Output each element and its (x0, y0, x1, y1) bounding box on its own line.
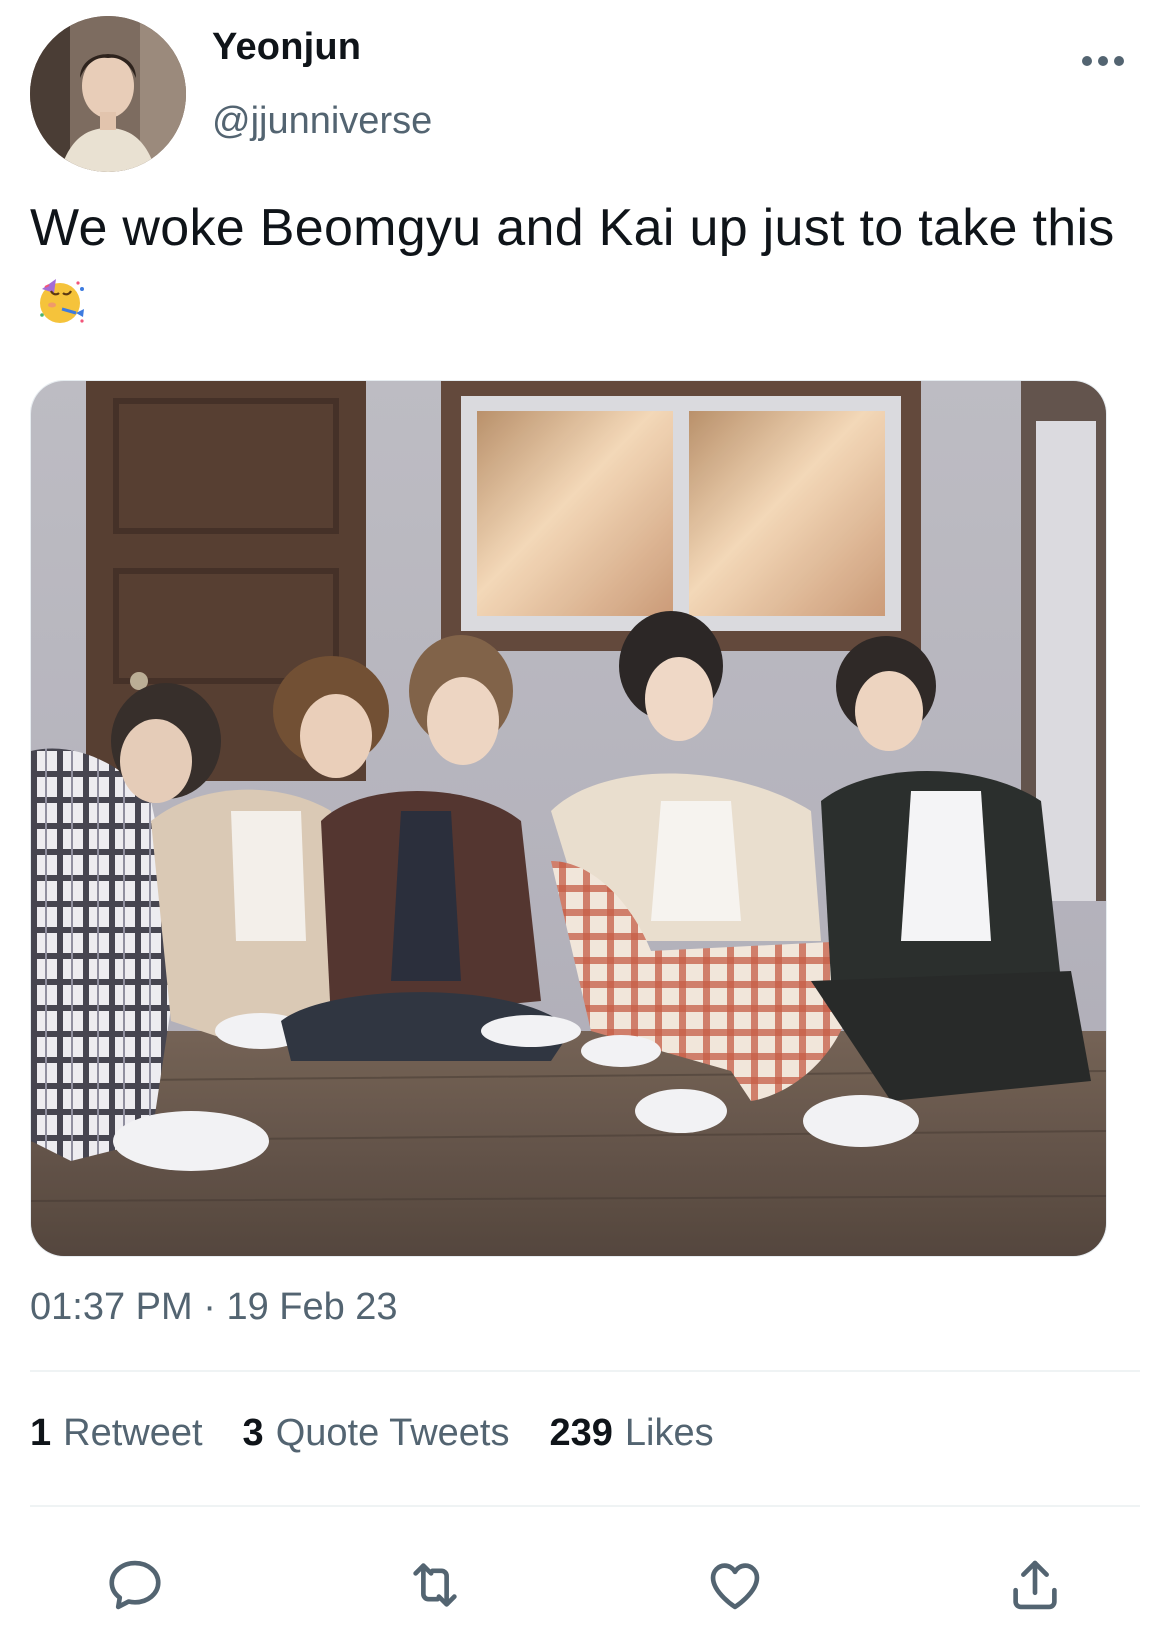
partying-face-emoji (40, 279, 84, 323)
display-name[interactable]: Yeonjun (212, 26, 361, 69)
retweets-count: 1 (30, 1412, 52, 1454)
likes-count: 239 (549, 1412, 613, 1454)
group-photo (31, 381, 1106, 1256)
retweet-icon (413, 1563, 457, 1607)
like-button[interactable] (690, 1540, 780, 1630)
divider (30, 1370, 1140, 1372)
divider (30, 1505, 1140, 1507)
share-button[interactable] (990, 1540, 1080, 1630)
tweet-timestamp[interactable]: 01:37 PM · 19 Feb 23 (30, 1286, 398, 1329)
retweets-label: Retweet (63, 1412, 203, 1454)
heart-icon (710, 1563, 760, 1610)
tweet-text: We woke Beomgyu and Kai up just to take … (30, 190, 1120, 342)
tweet-text-content: We woke Beomgyu and Kai up just to take … (30, 199, 1115, 257)
timestamp-date: 19 Feb 23 (226, 1286, 398, 1328)
quote-tweets-label: Quote Tweets (275, 1412, 510, 1454)
retweets-stat[interactable]: 1 Retweet (30, 1412, 203, 1455)
retweet-button[interactable] (390, 1540, 480, 1630)
avatar[interactable] (30, 16, 186, 172)
reply-button[interactable] (90, 1540, 180, 1630)
share-icon (1013, 1560, 1057, 1610)
timestamp-time: 01:37 PM (30, 1286, 193, 1328)
engagement-stats: 1 Retweet 3 Quote Tweets 239 Likes (30, 1412, 714, 1455)
tweet-detail: Yeonjun @jjunniverse We woke Beomgyu and… (0, 0, 1170, 1652)
avatar-photo (30, 16, 186, 172)
more-options-button[interactable] (1078, 46, 1128, 76)
likes-label: Likes (624, 1412, 714, 1454)
quote-tweets-stat[interactable]: 3 Quote Tweets (243, 1412, 510, 1455)
action-bar (0, 1540, 1170, 1630)
likes-stat[interactable]: 239 Likes (549, 1412, 713, 1455)
quote-tweets-count: 3 (242, 1412, 264, 1454)
tweet-photo[interactable] (30, 380, 1107, 1257)
reply-icon (109, 1560, 161, 1610)
more-icon (1082, 56, 1124, 66)
timestamp-separator: · (192, 1286, 227, 1328)
user-handle[interactable]: @jjunniverse (212, 100, 432, 143)
